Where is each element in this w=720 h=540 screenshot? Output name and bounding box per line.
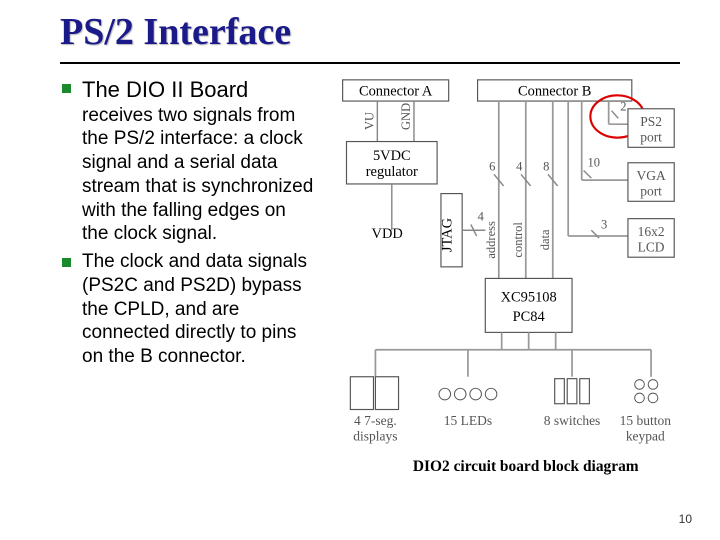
lbl-vdd: VDD (372, 226, 403, 242)
lbl-reg-1: 5VDC (373, 148, 411, 164)
lbl-ps2-2: port (640, 130, 662, 145)
lbl-chip1: XC95108 (501, 290, 557, 306)
text-column: The DIO II Board receives two signals fr… (60, 76, 315, 373)
lbl-n3: 3 (601, 217, 607, 231)
bullet-body: receives two signals from the PS/2 inter… (82, 104, 315, 247)
keypad-icon (635, 380, 658, 403)
lbl-n2: 2 (620, 100, 626, 114)
lbl-n10: 10 (587, 156, 600, 170)
leds-icon (439, 388, 497, 400)
lbl-seg-2: displays (353, 428, 397, 443)
lbl-seg-1: 4 7-seg. (354, 413, 397, 428)
title-rule (60, 62, 680, 64)
lbl-leds: 15 LEDs (444, 413, 492, 428)
slide-title: PS/2 Interface (60, 10, 680, 54)
bullet-item: The DIO II Board receives two signals fr… (60, 76, 315, 246)
lbl-chip2: PC84 (513, 309, 545, 325)
lbl-n8: 8 (543, 159, 549, 173)
lbl-vu: VU (362, 112, 376, 130)
switches-icon (555, 379, 590, 404)
lbl-reg-2: regulator (366, 164, 418, 180)
page-number: 10 (679, 512, 692, 526)
lbl-address: address (484, 221, 498, 259)
bullet-item: The clock and data signals (PS2C and PS2… (60, 250, 315, 369)
bullet-lead: The DIO II Board (82, 77, 248, 102)
diagram-caption: DIO2 circuit board block diagram (413, 458, 639, 475)
lbl-jtag: JTAG (440, 218, 456, 252)
lbl-kp-1: 15 button (620, 413, 672, 428)
block-diagram: Connector A Connector B VU GND 5VDC regu… (333, 76, 680, 505)
lbl-kp-2: keypad (626, 428, 665, 443)
lbl-conn-a: Connector A (359, 83, 433, 99)
lbl-n6: 6 (489, 159, 495, 173)
lbl-data: data (538, 229, 552, 250)
lbl-sw: 8 switches (544, 413, 601, 428)
lbl-gnd: GND (399, 103, 413, 130)
bullet-body: The clock and data signals (PS2C and PS2… (82, 250, 315, 369)
lbl-lcd-1: 16x2 (638, 224, 665, 239)
lbl-lcd-2: LCD (638, 239, 665, 254)
lbl-vga-2: port (640, 184, 662, 199)
lbl-n4b: 4 (516, 159, 523, 173)
lbl-conn-b: Connector B (518, 83, 591, 99)
lbl-ps2-1: PS2 (640, 114, 662, 129)
lbl-control: control (511, 222, 525, 258)
lbl-vga-1: VGA (636, 168, 665, 183)
